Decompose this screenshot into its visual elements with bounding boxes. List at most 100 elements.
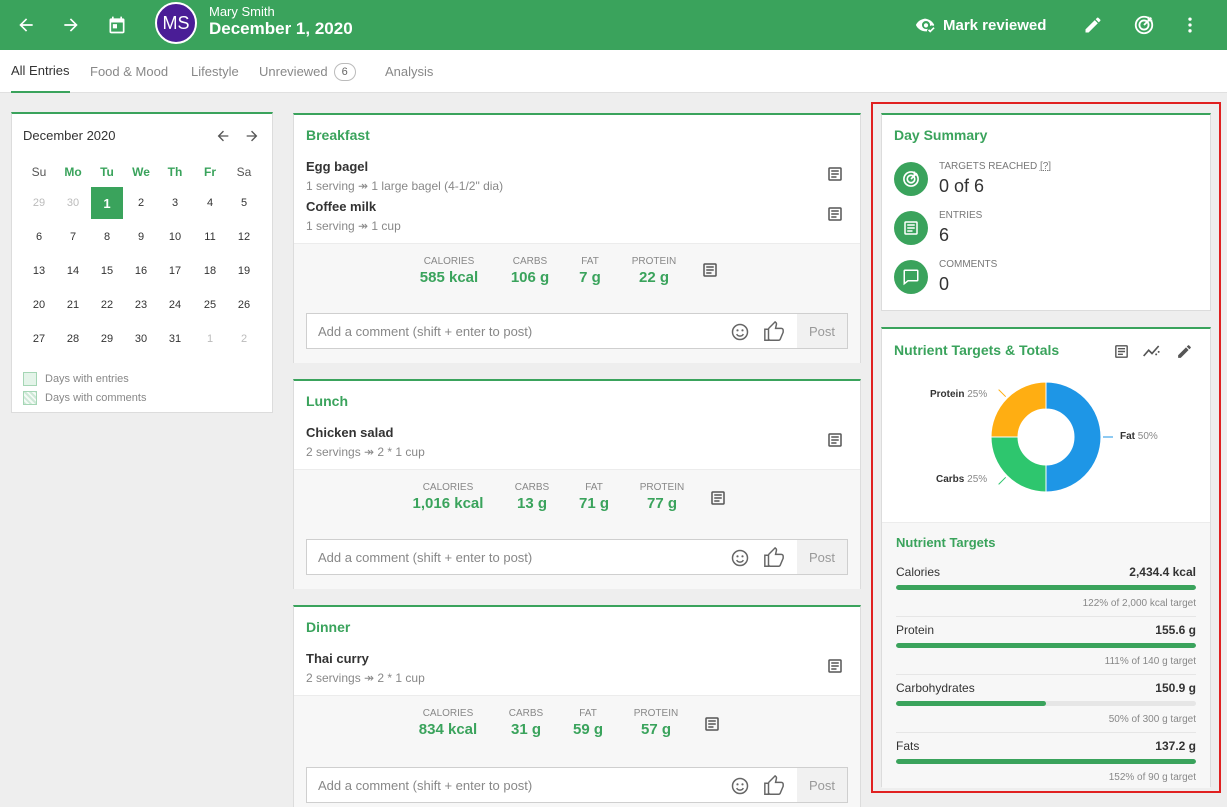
notes-icon[interactable] (707, 487, 729, 509)
day-summary-card: Day Summary TARGETS REACHED [?] 0 of 6 E… (881, 113, 1211, 311)
calendar-day[interactable]: 4 (194, 187, 226, 219)
nutrient-targets-subtitle: Nutrient Targets (896, 535, 996, 550)
calendar-day[interactable]: 26 (228, 289, 260, 321)
notes-icon[interactable] (701, 713, 723, 735)
calendar-day-selected[interactable]: 1 (91, 187, 123, 219)
mark-reviewed-button[interactable]: Mark reviewed (915, 10, 1046, 40)
nutrient-progress-fill (896, 585, 1196, 590)
pie-slice-fat[interactable] (1045, 381, 1102, 493)
tab-unreviewed-label: Unreviewed (259, 64, 328, 79)
nutrient-value: 13 g (516, 495, 547, 512)
tab-analysis[interactable]: Analysis (385, 50, 433, 93)
calendar-day[interactable]: 6 (23, 221, 55, 253)
top-app-bar: MS Mary Smith December 1, 2020 Mark revi… (0, 0, 1227, 50)
previous-month-arrow-icon[interactable] (213, 126, 233, 146)
post-comment-button[interactable]: Post (797, 540, 847, 574)
calendar-day[interactable]: 8 (91, 221, 123, 253)
thumbs-up-icon[interactable] (762, 774, 786, 798)
forward-arrow-icon[interactable] (55, 9, 87, 41)
calendar-day[interactable]: 19 (228, 255, 260, 287)
calendar-day[interactable]: 29 (91, 323, 123, 355)
notes-icon[interactable] (824, 203, 846, 225)
notes-icon[interactable] (699, 259, 721, 281)
comment-input[interactable] (307, 768, 717, 802)
calendar-day[interactable]: 7 (57, 221, 89, 253)
food-name[interactable]: Coffee milk (306, 199, 376, 214)
list-view-icon[interactable] (1110, 340, 1132, 362)
calendar-day[interactable]: 15 (91, 255, 123, 287)
nutrient-amount: 155.6 g (1155, 623, 1196, 637)
calendar-weekday: Tu (100, 165, 114, 179)
notes-icon[interactable] (824, 429, 846, 451)
calendar-day[interactable]: 12 (228, 221, 260, 253)
trend-chart-icon[interactable] (1141, 340, 1163, 362)
calendar-day[interactable]: 17 (159, 255, 191, 287)
edit-pencil-icon[interactable] (1077, 9, 1109, 41)
calendar-day[interactable]: 23 (125, 289, 157, 321)
legend-days-with-entries: Days with entries (23, 372, 129, 386)
calendar-day[interactable]: 5 (228, 187, 260, 219)
calendar-day[interactable]: 2 (228, 323, 260, 355)
avatar[interactable]: MS (155, 2, 197, 44)
legend-swatch-entries (23, 372, 37, 386)
meal-card-dinner: Dinner Thai curry 2 servings ↠ 2 * 1 cup… (293, 605, 861, 807)
calendar-day[interactable]: 22 (91, 289, 123, 321)
targets-reached-text: TARGETS REACHED (939, 161, 1038, 172)
calendar-icon[interactable] (101, 9, 133, 41)
nutrient-targets-card: Nutrient Targets & Totals Protein 25% Fa… (881, 327, 1211, 788)
tab-lifestyle[interactable]: Lifestyle (191, 50, 239, 93)
tab-all-entries[interactable]: All Entries (11, 50, 70, 93)
calendar-day[interactable]: 11 (194, 221, 226, 253)
calendar-day[interactable]: 14 (57, 255, 89, 287)
page-title: December 1, 2020 (209, 19, 353, 38)
calendar-day[interactable]: 28 (57, 323, 89, 355)
calendar-day[interactable]: 16 (125, 255, 157, 287)
post-comment-button[interactable]: Post (797, 314, 847, 348)
calendar-day[interactable]: 3 (159, 187, 191, 219)
calendar-day[interactable]: 31 (159, 323, 191, 355)
tab-unreviewed[interactable]: Unreviewed 6 (259, 50, 356, 93)
thumbs-up-icon[interactable] (762, 320, 786, 344)
calendar-day[interactable]: 18 (194, 255, 226, 287)
back-arrow-icon[interactable] (10, 9, 42, 41)
next-month-arrow-icon[interactable] (242, 126, 262, 146)
emoji-icon[interactable] (728, 774, 752, 798)
calendar-day[interactable]: 30 (57, 187, 89, 219)
emoji-icon[interactable] (728, 546, 752, 570)
target-icon[interactable] (1128, 9, 1160, 41)
comment-input[interactable] (307, 314, 717, 348)
food-name[interactable]: Egg bagel (306, 159, 368, 174)
post-comment-button[interactable]: Post (797, 768, 847, 802)
calendar-day[interactable]: 24 (159, 289, 191, 321)
calendar-day[interactable]: 20 (23, 289, 55, 321)
notes-icon[interactable] (824, 655, 846, 677)
calendar-day[interactable]: 27 (23, 323, 55, 355)
notes-icon[interactable] (824, 163, 846, 185)
tab-food-mood[interactable]: Food & Mood (90, 50, 168, 93)
help-link[interactable]: [?] (1040, 161, 1051, 172)
calendar-day[interactable]: 9 (125, 221, 157, 253)
calendar-day[interactable]: 10 (159, 221, 191, 253)
calendar-day[interactable]: 25 (194, 289, 226, 321)
calendar-weekday: Fr (204, 165, 216, 179)
calendar-day[interactable]: 21 (57, 289, 89, 321)
nutrient-label: FAT (581, 256, 599, 267)
nutrient-label: CARBS (512, 256, 548, 267)
nutrient-label: FAT (579, 708, 597, 719)
comment-input[interactable] (307, 540, 717, 574)
calendar-day[interactable]: 2 (125, 187, 157, 219)
food-serving: 1 serving ↠ 1 cup (306, 219, 401, 233)
food-name[interactable]: Thai curry (306, 651, 369, 666)
food-name[interactable]: Chicken salad (306, 425, 393, 440)
calendar-day[interactable]: 1 (194, 323, 226, 355)
calendar-day[interactable]: 13 (23, 255, 55, 287)
calendar-day[interactable]: 30 (125, 323, 157, 355)
emoji-icon[interactable] (728, 320, 752, 344)
more-vertical-icon[interactable] (1174, 9, 1206, 41)
calendar-day[interactable]: 29 (23, 187, 55, 219)
nutrient-value: 57 g (640, 721, 671, 738)
thumbs-up-icon[interactable] (762, 546, 786, 570)
nutrient-label: PROTEIN (631, 256, 677, 267)
edit-pencil-icon[interactable] (1173, 340, 1195, 362)
legend-swatch-comments (23, 391, 37, 405)
